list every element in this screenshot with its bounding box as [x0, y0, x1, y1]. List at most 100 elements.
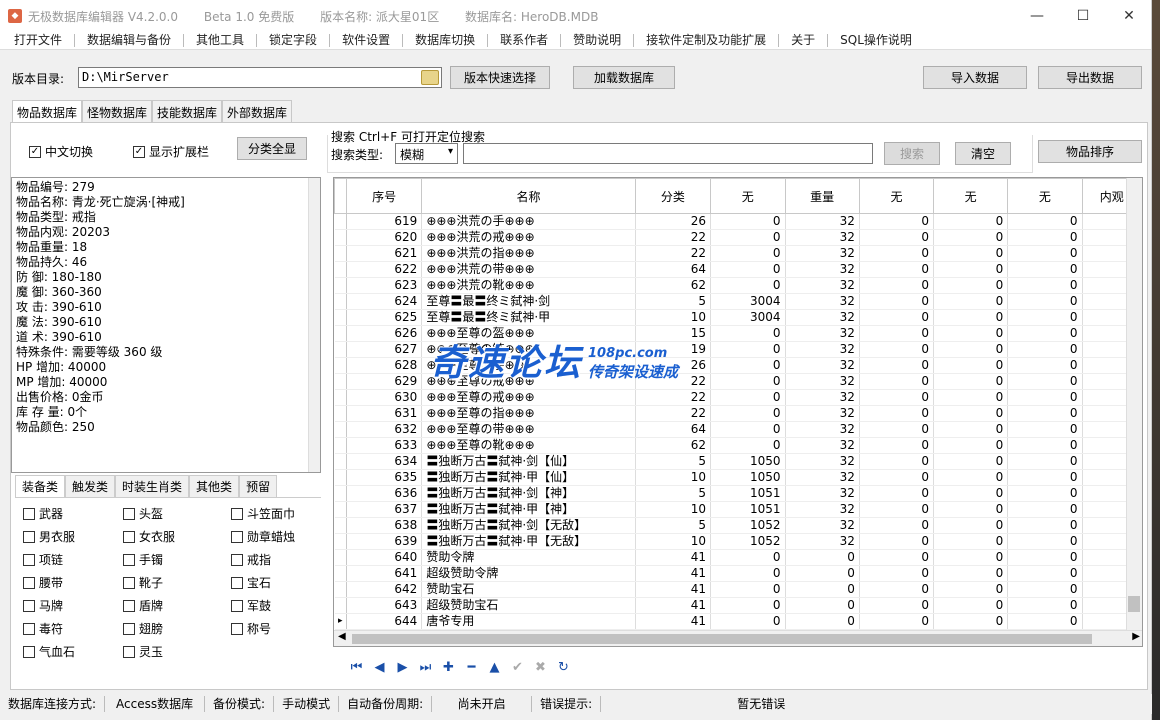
table-cell[interactable]: 0 [710, 565, 786, 582]
table-cell[interactable]: 642 [346, 581, 423, 598]
table-cell[interactable]: 0 [1007, 229, 1083, 246]
table-row[interactable]: 626⊕⊕⊕至尊の盔⊕⊕⊕150320004 [334, 325, 1142, 342]
row-selector[interactable] [334, 501, 347, 518]
table-row[interactable]: 634〓独断万古〓弑神·剑【仙】51050320004 [334, 453, 1142, 470]
table-cell[interactable]: 624 [346, 293, 423, 310]
table-cell[interactable]: 0 [859, 373, 935, 390]
table-cell[interactable]: 0 [859, 613, 935, 630]
table-row[interactable]: 623⊕⊕⊕洪荒の靴⊕⊕⊕620320004 [334, 277, 1142, 294]
quick-select-button[interactable]: 版本快速选择 [450, 66, 550, 89]
table-cell[interactable]: 0 [1007, 357, 1083, 374]
table-cell[interactable]: 634 [346, 453, 423, 470]
table-cell[interactable]: 0 [710, 357, 786, 374]
table-cell[interactable]: 0 [933, 581, 1009, 598]
menu-settings[interactable]: 软件设置 [330, 34, 404, 47]
row-selector[interactable] [334, 277, 347, 294]
table-cell[interactable]: 0 [1007, 405, 1083, 422]
table-cell[interactable]: 630 [346, 389, 423, 406]
table-cell[interactable]: 41 [635, 597, 712, 614]
table-cell[interactable]: 622 [346, 261, 423, 278]
table-cell[interactable]: 0 [933, 213, 1009, 230]
table-cell[interactable]: 640 [346, 549, 423, 566]
table-cell[interactable]: 0 [1007, 469, 1083, 486]
table-cell[interactable]: 26 [635, 357, 712, 374]
table-row[interactable]: 629⊕⊕⊕至尊の戒⊕⊕⊕220320004 [334, 373, 1142, 390]
table-cell[interactable]: 0 [933, 517, 1009, 534]
table-cell[interactable]: 639 [346, 533, 423, 550]
menu-other-tools[interactable]: 其他工具 [184, 34, 258, 47]
table-row[interactable]: ▸644唐爷专用41000003 [334, 613, 1142, 630]
table-cell[interactable]: ⊕⊕⊕至尊の戒⊕⊕⊕ [421, 373, 636, 390]
table-cell[interactable]: 619 [346, 213, 423, 230]
table-row[interactable]: 631⊕⊕⊕至尊の指⊕⊕⊕220320004 [334, 405, 1142, 422]
table-cell[interactable]: 0 [859, 549, 935, 566]
table-cell[interactable]: 0 [933, 485, 1009, 502]
table-cell[interactable]: ⊕⊕⊕至尊の靴⊕⊕⊕ [421, 437, 636, 454]
next-icon[interactable]: ▶ [391, 657, 414, 677]
table-cell[interactable]: 0 [933, 405, 1009, 422]
table-row[interactable]: 637〓独断万古〓弑神·甲【神】101051320004 [334, 501, 1142, 518]
table-cell[interactable]: 0 [859, 453, 935, 470]
tab-fashion[interactable]: 时装生肖类 [115, 475, 190, 497]
table-row[interactable]: 641超级赞助令牌41000003 [334, 565, 1142, 582]
table-cell[interactable]: 0 [859, 533, 935, 550]
table-cell[interactable]: 至尊〓最〓终ミ弑神·甲 [421, 309, 636, 326]
table-cell[interactable]: ⊕⊕⊕洪荒の靴⊕⊕⊕ [421, 277, 636, 294]
table-cell[interactable]: 〓独断万古〓弑神·甲【无敌】 [421, 533, 636, 550]
table-row[interactable]: 636〓独断万古〓弑神·剑【神】51051320004 [334, 485, 1142, 502]
table-cell[interactable]: 22 [635, 389, 712, 406]
table-cell[interactable]: 至尊〓最〓终ミ弑神·剑 [421, 293, 636, 310]
table-cell[interactable]: 0 [859, 341, 935, 358]
table-cell[interactable]: 0 [1007, 437, 1083, 454]
scroll-thumb[interactable] [352, 634, 1092, 644]
menu-custom[interactable]: 接软件定制及功能扩展 [634, 34, 780, 47]
table-cell[interactable]: 0 [933, 261, 1009, 278]
table-cell[interactable]: 0 [1007, 309, 1083, 326]
table-cell[interactable]: 0 [859, 469, 935, 486]
table-cell[interactable]: 32 [785, 325, 860, 342]
table-cell[interactable]: ⊕⊕⊕至尊の链⊕⊕⊕ [421, 341, 636, 358]
menu-about[interactable]: 关于 [779, 34, 829, 47]
table-cell[interactable]: 0 [1007, 341, 1083, 358]
dir-input[interactable]: D:\MirServer [78, 67, 442, 88]
table-cell[interactable]: 0 [785, 597, 860, 614]
table-cell[interactable]: 0 [859, 517, 935, 534]
table-row[interactable]: 621⊕⊕⊕洪荒の指⊕⊕⊕220320004 [334, 245, 1142, 262]
table-cell[interactable]: 621 [346, 245, 423, 262]
check-icon[interactable]: ✔ [506, 657, 529, 677]
table-cell[interactable]: 赞助宝石 [421, 581, 636, 598]
table-cell[interactable]: 32 [785, 485, 860, 502]
table-cell[interactable]: 0 [785, 581, 860, 598]
table-cell[interactable]: 0 [1007, 213, 1083, 230]
clear-button[interactable]: 清空 [955, 142, 1011, 165]
table-cell[interactable]: 0 [1007, 549, 1083, 566]
row-selector[interactable] [334, 533, 347, 550]
table-cell[interactable]: 62 [635, 277, 712, 294]
row-selector[interactable] [334, 229, 347, 246]
table-cell[interactable]: 0 [1007, 245, 1083, 262]
row-selector[interactable] [334, 405, 347, 422]
table-cell[interactable]: 26 [635, 213, 712, 230]
table-row[interactable]: 627⊕⊕⊕至尊の链⊕⊕⊕190320004 [334, 341, 1142, 358]
table-cell[interactable]: 0 [933, 469, 1009, 486]
table-cell[interactable]: ⊕⊕⊕至尊の带⊕⊕⊕ [421, 421, 636, 438]
table-cell[interactable]: 637 [346, 501, 423, 518]
table-cell[interactable]: 0 [859, 437, 935, 454]
table-cell[interactable]: 41 [635, 565, 712, 582]
last-icon[interactable]: ⏭ [414, 657, 437, 677]
table-cell[interactable]: 41 [635, 549, 712, 566]
table-cell[interactable]: 0 [710, 229, 786, 246]
table-row[interactable]: 643超级赞助宝石41000003 [334, 597, 1142, 614]
table-cell[interactable]: 623 [346, 277, 423, 294]
table-row[interactable]: 624至尊〓最〓终ミ弑神·剑53004320004 [334, 293, 1142, 310]
table-cell[interactable]: 0 [933, 613, 1009, 630]
table-cell[interactable]: 0 [933, 325, 1009, 342]
category-checkbox[interactable]: 戒指 [231, 551, 271, 568]
table-cell[interactable]: 32 [785, 213, 860, 230]
table-cell[interactable]: 0 [710, 373, 786, 390]
table-cell[interactable]: 0 [859, 501, 935, 518]
table-row[interactable]: 620⊕⊕⊕洪荒の戒⊕⊕⊕220320004 [334, 229, 1142, 246]
table-cell[interactable]: ⊕⊕⊕至尊の手⊕⊕⊕ [421, 357, 636, 374]
folder-icon[interactable] [421, 70, 439, 85]
column-header[interactable]: 名称 [421, 178, 636, 214]
